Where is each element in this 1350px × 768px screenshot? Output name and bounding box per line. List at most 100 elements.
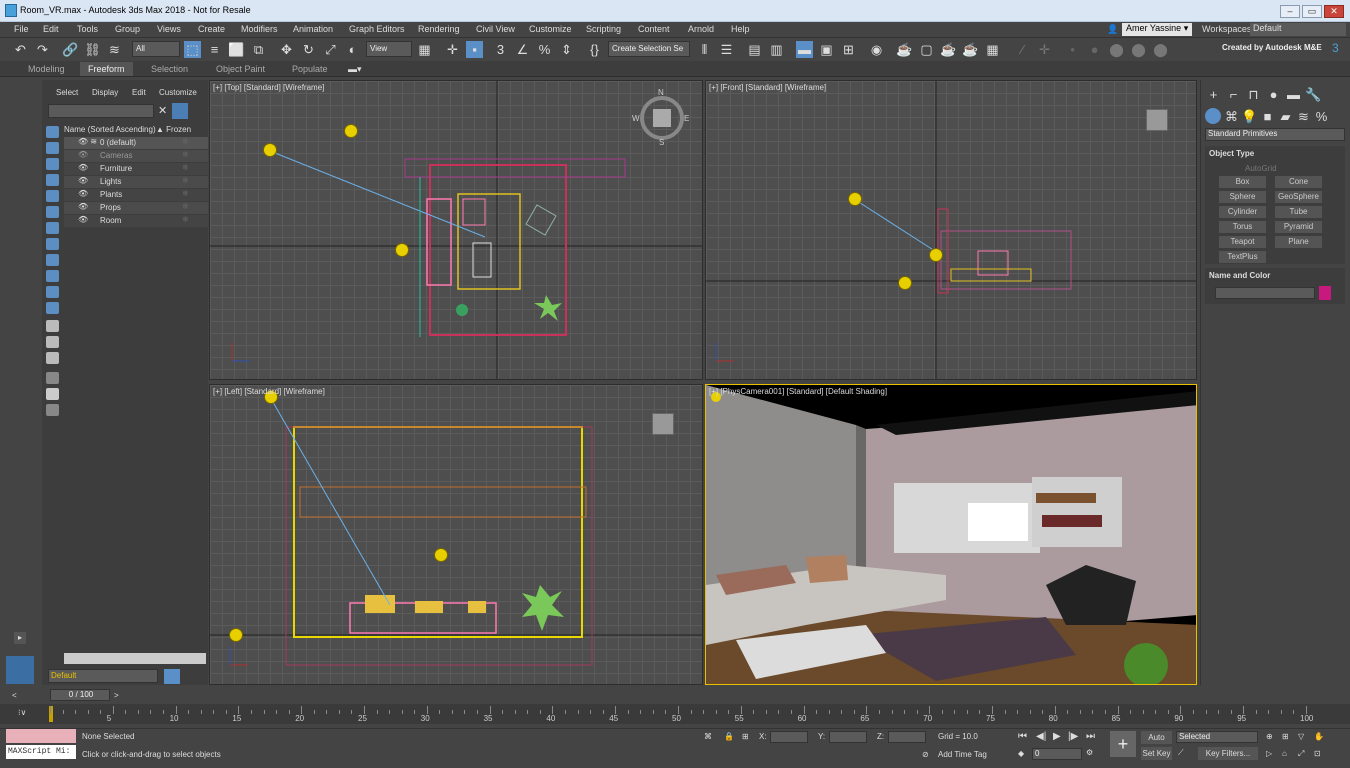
tab-modeling[interactable]: Modeling [28, 64, 65, 74]
material-editor-icon[interactable]: ◉ [868, 41, 885, 58]
menu-civil-view[interactable]: Civil View [476, 24, 515, 34]
lights-category-icon[interactable]: 💡 [1241, 108, 1258, 125]
angle-snap-icon[interactable]: ∠ [514, 41, 531, 58]
track-bar[interactable]: ⁝∨ 5 10 15 20 25 30 35 40 45 50 55 60 65 70 75 80 85 90 95… [0, 704, 1350, 724]
time-tag-icon[interactable]: ⊘ [922, 750, 929, 759]
torus-button[interactable]: Torus [1219, 221, 1266, 233]
tab-freeform[interactable]: Freeform [80, 62, 133, 76]
pyramid-button[interactable]: Pyramid [1275, 221, 1322, 233]
menu-help[interactable]: Help [731, 24, 750, 34]
user-account-dropdown[interactable]: Amer Yassine ▾ [1122, 23, 1193, 36]
select-by-name-icon[interactable]: ≡ [206, 41, 223, 58]
sphere-button[interactable]: Sphere [1219, 191, 1266, 203]
box-button[interactable]: Box [1219, 176, 1266, 188]
tab-object-paint[interactable]: Object Paint [216, 64, 265, 74]
explorer-tab-edit[interactable]: Edit [132, 88, 146, 97]
explorer-tab-customize[interactable]: Customize [159, 88, 197, 97]
scale-icon[interactable]: ⤢ [322, 41, 339, 58]
spinner-snap-icon[interactable]: ⇕ [558, 41, 575, 58]
explorer-tab-select[interactable]: Select [56, 88, 78, 97]
rotate-icon[interactable]: ↻ [300, 41, 317, 58]
maxscript-listener-output[interactable] [6, 729, 76, 743]
key-tangents-icon[interactable]: ⟋ [1178, 748, 1184, 758]
viewcube-icon[interactable] [652, 413, 674, 435]
key-selection-dropdown[interactable]: Selected [1176, 731, 1258, 743]
select-manipulate-icon[interactable]: ✛ [444, 41, 461, 58]
set-key-button[interactable]: Set Key [1141, 747, 1172, 760]
walk-through-icon[interactable]: ⌂ [1282, 749, 1287, 758]
unlink-icon[interactable]: ⛓ [84, 41, 101, 58]
textplus-button[interactable]: TextPlus [1219, 251, 1266, 263]
play-icon[interactable]: ▶ [1053, 731, 1061, 742]
link-icon[interactable]: 🔗 [62, 41, 79, 58]
motion-panel-icon[interactable]: ● [1265, 86, 1282, 103]
column-frozen-header[interactable]: ▲ Frozen [156, 125, 191, 134]
systems-category-icon[interactable]: % [1313, 108, 1330, 125]
viewport-top-label[interactable]: [+] [Top] [Standard] [Wireframe] [213, 83, 324, 92]
edit-named-selection-icon[interactable]: {} [586, 41, 603, 58]
display-groups-icon[interactable] [46, 222, 59, 234]
list-item[interactable]: 👁 ≋ 0 (default) ❄ [64, 137, 208, 149]
list-item[interactable]: 👁 Lights ❄ [64, 176, 208, 188]
viewport-layout-icon[interactable] [6, 656, 34, 684]
cameras-category-icon[interactable]: ■ [1259, 108, 1276, 125]
layer-explorer-icon[interactable]: ▥ [768, 41, 785, 58]
menu-customize[interactable]: Customize [529, 24, 572, 34]
display-spacewarps-icon[interactable] [46, 206, 59, 218]
pan-icon[interactable]: ✋ [1314, 732, 1324, 741]
schematic-view-icon[interactable]: ⊞ [840, 41, 857, 58]
menu-views[interactable]: Views [157, 24, 181, 34]
dot-xxlarge-icon[interactable]: ⬤ [1152, 41, 1169, 58]
display-frozen-icon[interactable] [46, 286, 59, 298]
explorer-tab-display[interactable]: Display [92, 88, 118, 97]
display-hidden-icon[interactable] [46, 302, 59, 314]
viewport-front-label[interactable]: [+] [Front] [Standard] [Wireframe] [709, 83, 826, 92]
menu-tools[interactable]: Tools [77, 24, 98, 34]
hierarchy-icon[interactable] [46, 372, 59, 384]
time-next-button[interactable]: > [114, 691, 119, 700]
tab-populate[interactable]: Populate [292, 64, 328, 74]
go-to-start-icon[interactable]: ⏮ [1018, 731, 1027, 742]
viewport-front[interactable]: [+] [Front] [Standard] [Wireframe] [705, 80, 1197, 380]
layer-folder-icon[interactable] [46, 404, 59, 416]
z-coordinate-input[interactable] [888, 731, 926, 743]
explorer-scrollbar[interactable] [64, 653, 206, 664]
display-cameras-icon[interactable] [46, 174, 59, 186]
maximize-viewport-icon[interactable]: ⤢ [1298, 749, 1304, 759]
plane-button[interactable]: Plane [1275, 236, 1322, 248]
spacewarps-category-icon[interactable]: ≋ [1295, 108, 1312, 125]
field-of-view-icon[interactable]: ▽ [1298, 732, 1304, 741]
workspace-dropdown[interactable]: Default [1250, 23, 1346, 36]
scene-explorer-icon[interactable]: ▤ [746, 41, 763, 58]
object-type-header[interactable]: Object Type [1209, 149, 1254, 158]
previous-frame-icon[interactable]: ◀| [1036, 731, 1046, 742]
viewport-top[interactable]: [+] [Top] [Standard] [Wireframe] N S E W [209, 80, 703, 380]
dot-xlarge-icon[interactable]: ⬤ [1130, 41, 1147, 58]
rectangular-selection-icon[interactable]: ⬜ [228, 41, 245, 58]
light-icon[interactable] [434, 548, 448, 562]
menu-rendering[interactable]: Rendering [418, 24, 460, 34]
name-color-header[interactable]: Name and Color [1209, 271, 1270, 280]
set-key-icon[interactable]: + [1110, 731, 1136, 757]
display-bones-icon[interactable] [46, 254, 59, 266]
dot-medium-icon[interactable]: ● [1086, 41, 1103, 58]
redo-icon[interactable]: ↷ [34, 41, 51, 58]
grab-icon[interactable]: ✛ [1036, 41, 1053, 58]
display-geometry-icon[interactable] [46, 126, 59, 138]
column-name-header[interactable]: Name (Sorted Ascending) [64, 125, 156, 134]
x-coordinate-input[interactable] [770, 731, 808, 743]
filter-funnel-icon[interactable] [46, 388, 59, 400]
placement-icon[interactable]: ◐ [344, 41, 361, 58]
current-frame-input[interactable]: 0 [1032, 748, 1082, 760]
display-xrefs-icon[interactable] [46, 238, 59, 250]
orbit-icon[interactable]: ▷ [1266, 749, 1272, 758]
light-icon[interactable] [263, 143, 277, 157]
bind-spacewarp-icon[interactable]: ≋ [106, 41, 123, 58]
viewport-left[interactable]: [+] [Left] [Standard] [Wireframe] [209, 384, 703, 685]
viewcube-compass[interactable]: N S E W [632, 88, 689, 147]
light-icon[interactable] [848, 192, 862, 206]
auto-key-button[interactable]: Auto Key [1141, 731, 1172, 755]
geosphere-button[interactable]: GeoSphere [1275, 191, 1322, 203]
filter-icon[interactable] [172, 103, 188, 119]
modify-panel-icon[interactable]: ⌐ [1225, 86, 1242, 103]
